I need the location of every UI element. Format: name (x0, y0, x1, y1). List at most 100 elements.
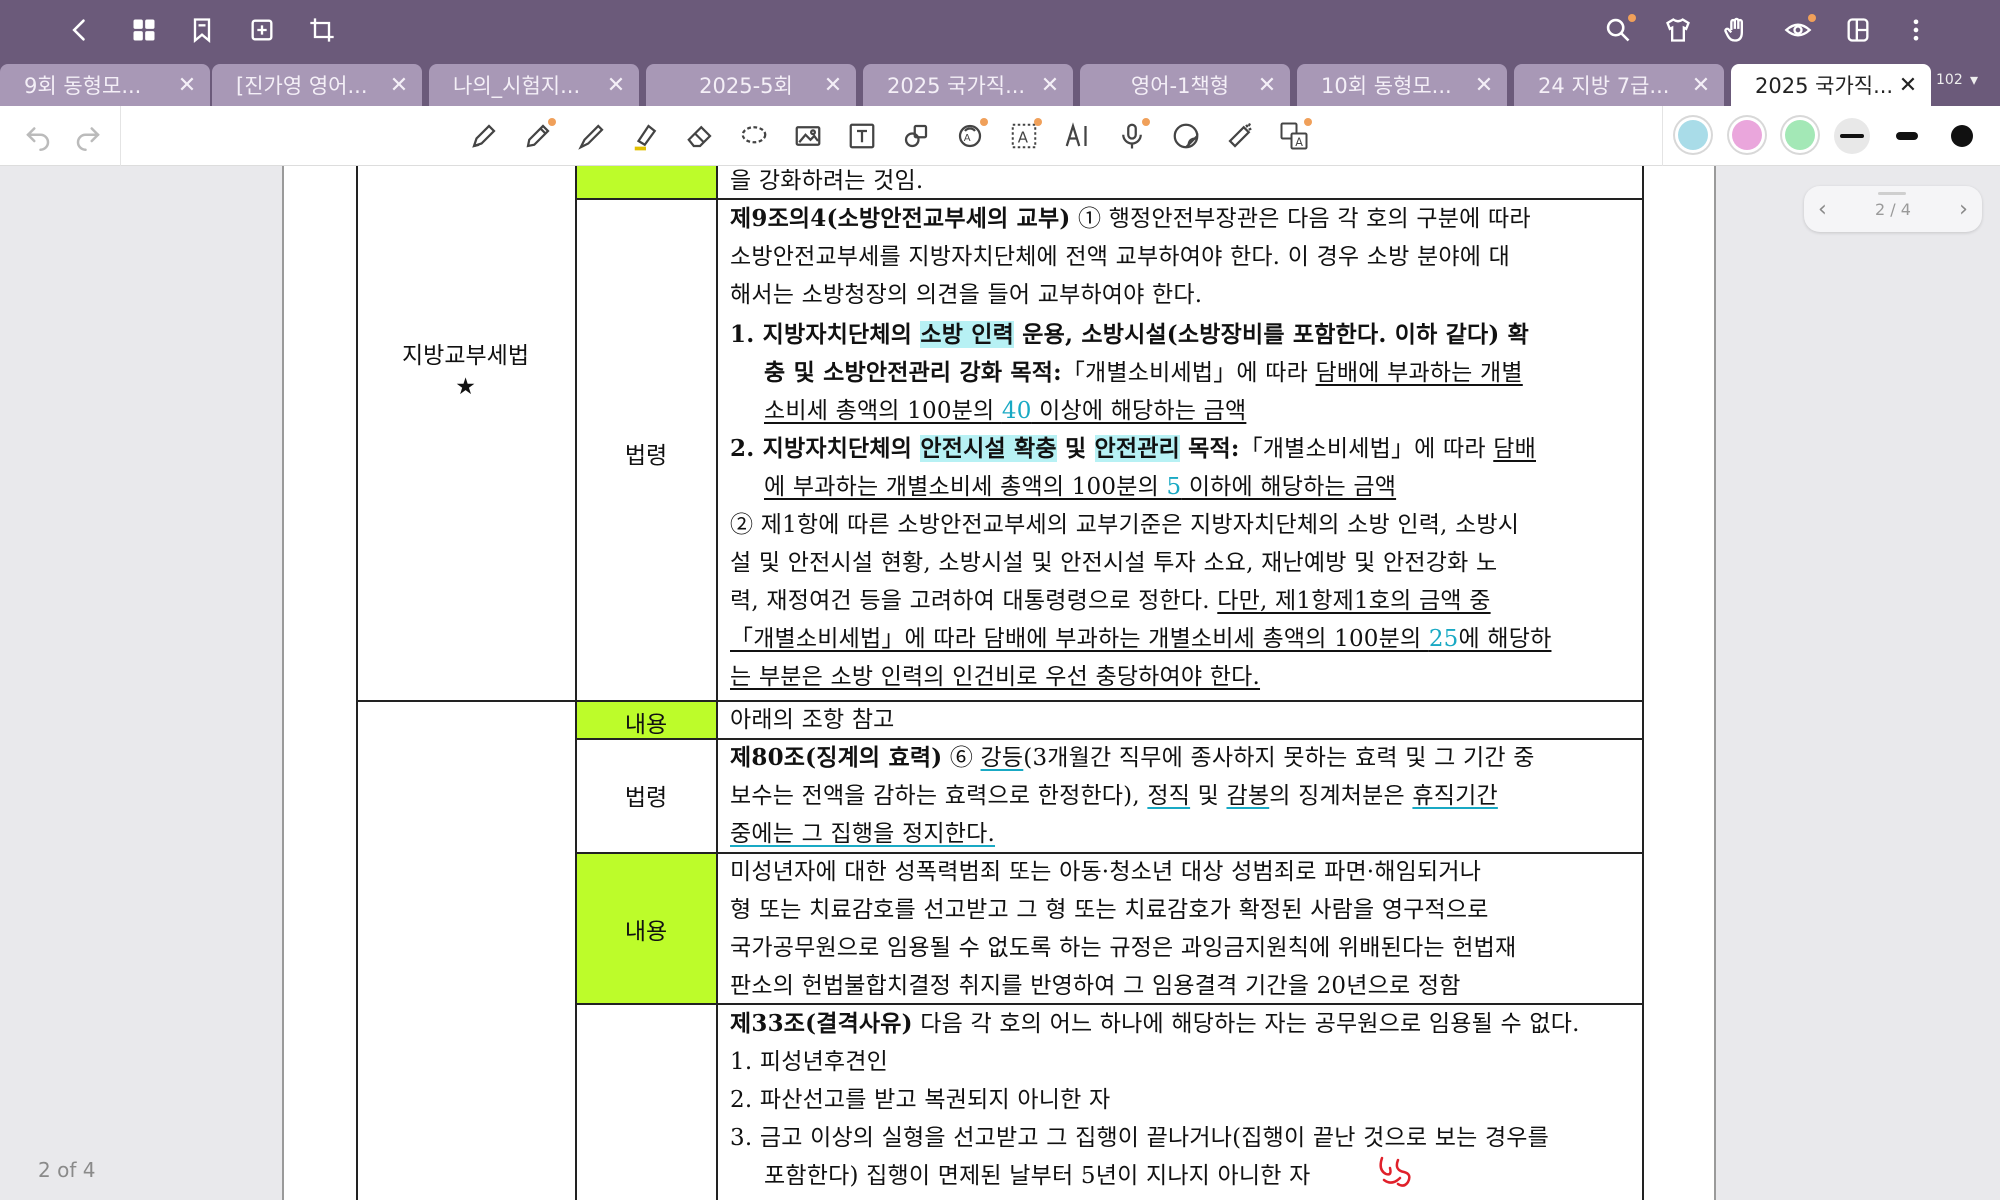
tab-doc-8[interactable]: 24 지방 7급... ✕ (1514, 64, 1724, 106)
text-span: 이하에 해당하는 금액 (1181, 474, 1397, 500)
highlight-cell (576, 166, 716, 198)
text-span: 보수는 전액을 감하는 효력으로 한정한다), (730, 783, 1148, 809)
premium-badge-icon (1628, 14, 1636, 22)
crop-icon[interactable] (304, 12, 340, 48)
text-line: 보수는 전액을 감하는 효력으로 한정한다), 정직 및 감봉의 징계처분은 휴… (730, 777, 1498, 815)
close-icon[interactable]: ✕ (605, 73, 627, 98)
lasso-icon[interactable] (736, 118, 772, 154)
close-icon[interactable]: ✕ (1473, 73, 1495, 98)
text-line: 을 강화하려는 것임. (730, 168, 924, 194)
text-span: 및 (1190, 783, 1227, 809)
eye-icon[interactable] (1780, 12, 1816, 48)
highlighted-text: 소방 인력 (920, 321, 1015, 348)
text-line: 2. 지방자치단체의 안전시설 확충 및 안전관리 목적:「개별소비세법」에 따… (730, 430, 1536, 468)
text-line: 미성년자에 대한 성폭력범죄 또는 아동·청소년 대상 성범죄로 파면·해임되거… (730, 859, 1482, 885)
tab-doc-4[interactable]: 2025-5회 ✕ (646, 64, 856, 106)
close-icon[interactable]: ✕ (1897, 73, 1919, 98)
close-icon[interactable]: ✕ (1256, 73, 1278, 98)
sticker-icon[interactable] (1168, 118, 1204, 154)
text-recognition-icon[interactable]: A (1006, 118, 1042, 154)
table-border (1642, 166, 1644, 1200)
close-icon[interactable]: ✕ (1690, 73, 1712, 98)
color-swatch-blue[interactable] (1678, 120, 1708, 150)
cyan-text: 40 (1001, 398, 1032, 424)
tab-doc-7[interactable]: 10회 동형모... ✕ (1297, 64, 1507, 106)
ai-icon[interactable] (1060, 118, 1096, 154)
tab-label: 2025 국가직... (887, 74, 1026, 98)
premium-badge-icon (1808, 14, 1816, 22)
close-icon[interactable]: ✕ (176, 73, 198, 98)
ocr-icon[interactable]: A (952, 118, 988, 154)
color-swatch-green[interactable] (1785, 120, 1815, 150)
stroke-width-medium[interactable] (1889, 118, 1925, 154)
text-line: 력, 재정여건 등을 고려하여 대통령령으로 정한다. 다만, 제1항제1호의 … (730, 582, 1491, 620)
highlighter-icon[interactable] (628, 118, 664, 154)
stroke-width-thin[interactable] (1834, 118, 1870, 154)
text-span: 소비세 총액의 100분의 (764, 398, 1002, 424)
fountain-pen-icon[interactable] (466, 118, 502, 154)
text-line: 2. 파산선고를 받고 복권되지 아니한 자 (730, 1087, 1111, 1113)
shirt-icon[interactable] (1660, 12, 1696, 48)
pencil-icon[interactable] (520, 118, 556, 154)
close-icon[interactable]: ✕ (388, 73, 410, 98)
toolbar-divider (1662, 106, 1663, 166)
tab-doc-6[interactable]: 영어-1책형 ✕ (1080, 64, 1290, 106)
more-options-icon[interactable] (1898, 12, 1934, 48)
tab-label: 2025 국가직... (1755, 74, 1894, 98)
text-box-icon[interactable] (844, 118, 880, 154)
undo-icon[interactable] (20, 118, 56, 154)
tab-doc-5[interactable]: 2025 국가직... ✕ (863, 64, 1073, 106)
bookmark-icon[interactable] (184, 12, 220, 48)
toolbar-divider (120, 106, 121, 166)
chevron-right-icon[interactable]: › (1959, 197, 1968, 222)
text-span: 운용, 소방시설(소방장비를 포함한다. 이하 같다) 확 (1014, 321, 1530, 348)
laser-pointer-icon[interactable] (1222, 118, 1258, 154)
text-line: ② 제1항에 따른 소방안전교부세의 교부기준은 지방자치단체의 소방 인력, … (730, 512, 1520, 538)
layout-icon[interactable] (1840, 12, 1876, 48)
tab-doc-9-active[interactable]: 2025 국가직... ✕ (1731, 64, 1931, 106)
chevron-left-icon[interactable]: ‹ (1818, 197, 1827, 222)
hand-tool-icon[interactable] (1718, 12, 1754, 48)
document-page[interactable]: 지방교부세법 ★ 법령 내용 법령 내용 을 강화하려는 것임. 제9조의4(소… (282, 166, 1716, 1200)
eraser-icon[interactable] (682, 118, 718, 154)
tab-doc-3[interactable]: 나의_시험지... ✕ (429, 64, 639, 106)
tab-count[interactable]: 102 (1936, 72, 1963, 88)
annotated-text: 강등 (980, 745, 1024, 771)
stroke-width-thick[interactable] (1944, 118, 1980, 154)
ballpoint-pen-icon[interactable] (574, 118, 610, 154)
annotated-text: 정직 (1147, 783, 1191, 809)
drag-handle[interactable] (1878, 192, 1906, 195)
tab-label: 영어-1책형 (1130, 74, 1230, 98)
text-line: 중에는 그 집행을 정지한다. (730, 821, 996, 847)
tab-doc-2[interactable]: [진가영 영어... ✕ (212, 64, 422, 106)
table-border (575, 166, 577, 1200)
tab-label: 24 지방 7급... (1538, 74, 1670, 98)
top-app-bar (0, 0, 2000, 60)
text-line: 1. 피성년후견인 (730, 1049, 889, 1075)
redo-icon[interactable] (70, 118, 106, 154)
search-icon[interactable] (1600, 12, 1636, 48)
text-line: 에 부과하는 개별소비세 총액의 100분의 5 이하에 해당하는 금액 (764, 468, 1396, 506)
tab-label: 2025-5회 (699, 74, 793, 98)
text-line: 는 부분은 소방 인력의 인건비로 우선 충당하여야 한다. (730, 664, 1261, 690)
tab-doc-1[interactable]: 9회 동형모... ✕ (0, 64, 210, 106)
microphone-icon[interactable] (1114, 118, 1150, 154)
underlined-text: 담배에 부과하는 개별 (1315, 360, 1523, 386)
color-swatch-pink[interactable] (1732, 120, 1762, 150)
table-border (716, 166, 718, 1200)
chevron-down-icon[interactable]: ▾ (1970, 70, 1978, 89)
add-page-icon[interactable] (244, 12, 280, 48)
shapes-icon[interactable] (898, 118, 934, 154)
annotated-text: 휴직기간 (1412, 783, 1498, 809)
close-icon[interactable]: ✕ (1039, 73, 1061, 98)
text-span: 목적: (1179, 435, 1240, 462)
image-icon[interactable] (790, 118, 826, 154)
text-line: 제80조(징계의 효력) ⑥ 강등(3개월간 직무에 종사하지 못하는 효력 및… (730, 739, 1535, 777)
text-line: 국가공무원으로 임용될 수 없도록 하는 규정은 과잉금지원칙에 위배된다는 헌… (730, 935, 1517, 961)
close-icon[interactable]: ✕ (822, 73, 844, 98)
translate-icon[interactable]: A (1276, 118, 1312, 154)
premium-badge-icon (1142, 118, 1150, 126)
premium-badge-icon (1034, 118, 1042, 126)
back-icon[interactable] (62, 12, 98, 48)
grid-view-icon[interactable] (126, 12, 162, 48)
